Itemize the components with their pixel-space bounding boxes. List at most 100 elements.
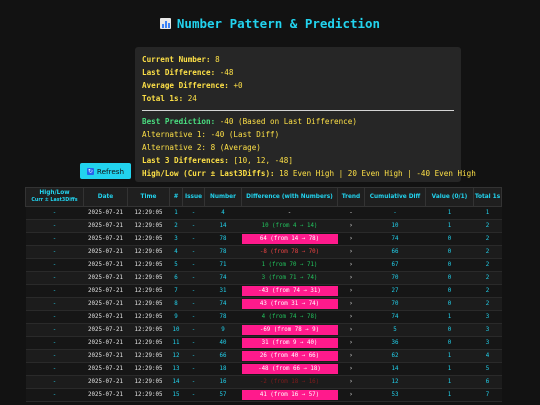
cell-index: 2 [169,219,183,233]
cell-trend: - [337,206,365,220]
table-row: -2025-07-21 12:29:05 4-78 -8 (from 78 → 70)… [25,245,502,259]
cell-time: 12:29:05 [127,336,170,350]
cell-high-low: - [25,362,84,376]
cell-index: 1 [169,206,183,220]
cell-cumulative-diff: 14 [364,362,426,376]
cell-value: 0 [425,336,474,350]
cell-cumulative-diff: 5 [364,323,426,337]
cell-high-low: - [25,336,84,350]
best-prediction-label: Best Prediction: [142,117,216,126]
cell-high-low: - [25,245,84,259]
cell-high-low: - [25,206,84,220]
header-issue[interactable]: Issue [182,187,205,207]
cell-number: 78 [204,310,242,324]
cell-cumulative-diff: 66 [364,245,426,259]
cell-index: 9 [169,310,183,324]
cell-issue: - [182,284,205,298]
cell-date: 2025-07-21 [83,336,128,350]
cell-difference: 41 (from 16 → 57) [241,388,338,402]
cell-time: 12:29:05 [127,310,170,324]
refresh-button[interactable]: ↻ Refresh [80,163,131,179]
difference-text: -48 (from 66 → 18) [241,364,338,374]
difference-text: -8 (from 78 → 70) [259,249,320,255]
cell-issue: - [182,232,205,246]
cell-date: 2025-07-21 [83,362,128,376]
cell-number: 74 [204,297,242,311]
cell-issue: - [182,206,205,220]
cell-time: 12:29:05 [127,219,170,233]
cell-trend: › [337,388,365,402]
difference-text: 3 (from 71 → 74) [261,275,318,281]
high-low-row: High/Low (Curr ± Last3Diffs): 18 Even Hi… [142,167,476,180]
cell-number: 71 [204,258,242,272]
cell-total-ones: 3 [473,323,502,337]
average-difference-value: +0 [233,81,243,90]
last-3-differences-label: Last 3 Differences: [142,156,229,165]
cell-time: 12:29:05 [127,388,170,402]
cell-date: 2025-07-21 [83,232,128,246]
total-ones-value: 24 [187,94,197,103]
header-time[interactable]: Time [127,187,170,207]
cell-date: 2025-07-21 [83,310,128,324]
cell-difference: 10 (from 4 → 14) [241,219,338,233]
cell-total-ones: 7 [473,388,502,402]
difference-text: 31 (from 9 → 40) [241,338,338,348]
cell-trend: › [337,245,365,259]
cell-high-low: - [25,375,84,389]
cell-value: 0 [425,258,474,272]
last-3-differences-row: Last 3 Differences: [10, 12, -48] [142,154,461,167]
cell-number: 14 [204,219,242,233]
page-title: Number Pattern & Prediction [0,16,540,31]
cell-trend: › [337,219,365,233]
header-index[interactable]: # [169,187,183,207]
table-row: -2025-07-21 12:29:05 14-16 -2 (from 18 → 16… [25,375,502,389]
cell-trend: › [337,336,365,350]
cell-cumulative-diff: 74 [364,232,426,246]
cell-time: 12:29:05 [127,271,170,285]
header-value[interactable]: Value (0/1) [425,187,474,207]
cell-high-low: - [25,310,84,324]
table-row: -2025-07-21 12:29:05 2-14 10 (from 4 → 14) ›… [25,219,502,233]
header-high-low[interactable]: High/Low Curr ± Last3Diffs [25,187,84,207]
cell-value: 0 [425,284,474,298]
refresh-button-label: Refresh [96,166,125,176]
cell-high-low: - [25,388,84,402]
page-title-text: Number Pattern & Prediction [176,16,381,31]
cell-cumulative-diff: 10 [364,219,426,233]
cell-value: 1 [425,219,474,233]
table-row: -2025-07-21 12:29:05 6-74 3 (from 71 → 74) ›… [25,271,502,285]
header-number[interactable]: Number [204,187,242,207]
cell-high-low: - [25,284,84,298]
header-cumulative-diff[interactable]: Cumulative Diff [364,187,426,207]
header-date[interactable]: Date [83,187,128,207]
cell-date: 2025-07-21 [83,245,128,259]
cell-issue: - [182,219,205,233]
cell-difference: -69 (from 78 → 9) [241,323,338,337]
cell-difference: 43 (from 31 → 74) [241,297,338,311]
difference-text: 41 (from 16 → 57) [241,390,338,400]
header-trend[interactable]: Trend [337,187,365,207]
cell-cumulative-diff: 70 [364,271,426,285]
cell-number: 78 [204,232,242,246]
cell-issue: - [182,323,205,337]
header-total-ones[interactable]: Total 1s [473,187,502,207]
cell-time: 12:29:05 [127,349,170,363]
cell-index: 4 [169,245,183,259]
cell-date: 2025-07-21 [83,219,128,233]
cell-difference: - [241,206,338,220]
cell-high-low: - [25,297,84,311]
refresh-icon: ↻ [86,167,94,175]
cell-time: 12:29:05 [127,375,170,389]
best-prediction-value: -40 (Based on Last Difference) [219,117,357,126]
cell-index: 14 [169,375,183,389]
cell-number: 78 [204,245,242,259]
header-difference[interactable]: Difference (with Numbers) [241,187,338,207]
cell-number: 18 [204,362,242,376]
cell-time: 12:29:05 [127,362,170,376]
difference-text: 10 (from 4 → 14) [261,223,318,229]
last-3-differences-value: [10, 12, -48] [233,156,293,165]
high-low-label: High/Low (Curr ± Last3Diffs): [142,169,275,178]
cell-index: 6 [169,271,183,285]
average-difference-row: Average Difference: +0 [142,79,461,92]
last-difference-label: Last Difference: [142,68,216,77]
